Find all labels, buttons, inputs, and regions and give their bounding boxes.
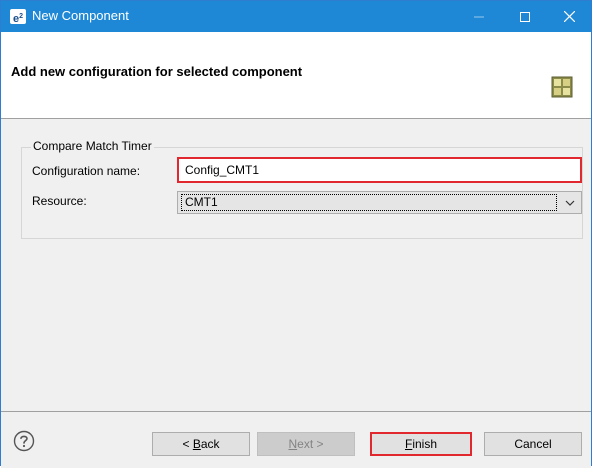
configuration-name-input[interactable] bbox=[177, 157, 582, 183]
close-button[interactable] bbox=[546, 1, 592, 32]
resource-select[interactable]: CMT1 bbox=[177, 191, 582, 214]
wizard-content: Compare Match Timer Configuration name: … bbox=[1, 119, 591, 411]
banner-title: Add new configuration for selected compo… bbox=[11, 64, 303, 79]
wizard-banner: Add new configuration for selected compo… bbox=[1, 32, 591, 119]
finish-button[interactable]: Finish bbox=[370, 432, 472, 456]
cancel-button[interactable]: Cancel bbox=[484, 432, 582, 456]
minimize-icon bbox=[474, 16, 484, 17]
chevron-down-icon bbox=[565, 200, 575, 206]
back-rest: ack bbox=[200, 437, 220, 451]
configuration-name-label: Configuration name: bbox=[32, 164, 141, 178]
close-icon bbox=[563, 11, 575, 22]
e2-studio-app-icon: e2 bbox=[10, 9, 26, 25]
help-icon[interactable] bbox=[13, 430, 35, 452]
window-title: New Component bbox=[32, 8, 129, 23]
resource-selected-value: CMT1 bbox=[181, 194, 557, 211]
back-mnemonic: B bbox=[192, 437, 201, 451]
resource-label: Resource: bbox=[32, 194, 87, 208]
component-grid-icon bbox=[551, 76, 573, 98]
compare-match-timer-group: Compare Match Timer Configuration name: … bbox=[21, 139, 583, 239]
finish-rest: inish bbox=[412, 437, 438, 451]
minimize-button[interactable] bbox=[456, 1, 502, 32]
maximize-icon bbox=[520, 11, 530, 22]
group-legend: Compare Match Timer bbox=[31, 139, 154, 153]
maximize-button[interactable] bbox=[502, 1, 548, 32]
wizard-footer: < Back Next > Finish Cancel bbox=[1, 411, 591, 468]
back-prefix: < bbox=[182, 437, 193, 451]
app-icon-superscript: 2 bbox=[19, 13, 24, 20]
next-button[interactable]: Next > bbox=[257, 432, 355, 456]
back-button[interactable]: < Back bbox=[152, 432, 250, 456]
new-component-dialog: e2 New Component Add new configuration f… bbox=[0, 0, 592, 468]
next-rest: ext bbox=[297, 437, 314, 451]
title-bar[interactable]: e2 New Component bbox=[1, 1, 591, 32]
next-mnemonic: N bbox=[288, 437, 298, 451]
next-suffix: > bbox=[313, 437, 324, 451]
